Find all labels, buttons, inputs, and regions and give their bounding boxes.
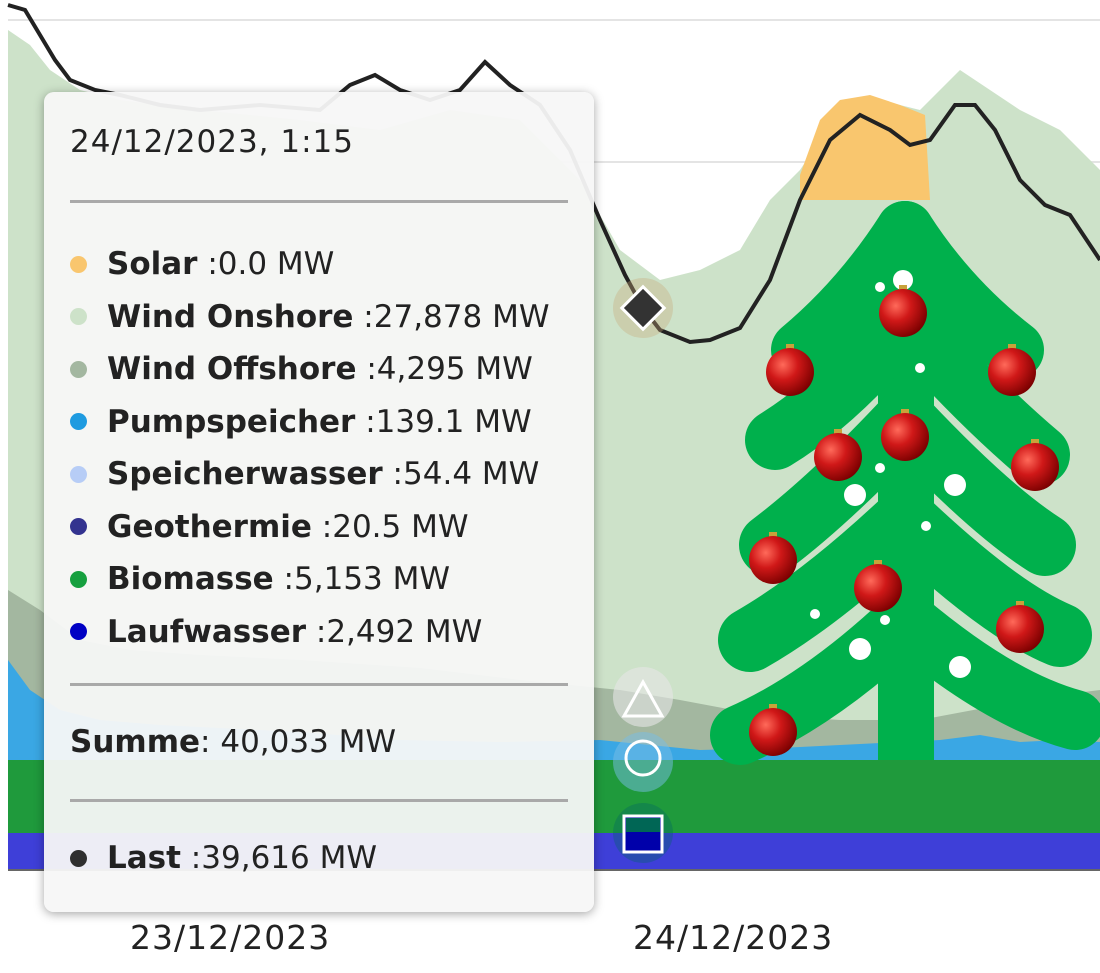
tooltip-series-name: Laufwasser xyxy=(107,613,307,650)
tooltip-series-list: Solar : 0.0 MW Wind Onshore : 27,878 MW Wi… xyxy=(70,238,549,658)
tooltip-series-value: 0.0 MW xyxy=(217,246,335,283)
snow-dot xyxy=(810,609,820,619)
tooltip-divider xyxy=(70,683,568,686)
tooltip-series-name: Wind Offshore xyxy=(107,351,357,388)
square-marker-top xyxy=(626,818,660,832)
tooltip-series-value: 2,492 MW xyxy=(326,613,483,650)
snow-dot xyxy=(875,463,885,473)
tooltip-colon: : xyxy=(353,298,374,335)
legend-dot-icon xyxy=(70,255,87,273)
tooltip-series-name: Biomasse xyxy=(107,561,274,598)
snow-dot xyxy=(849,638,871,660)
x-tick-label: 24/12/2023 xyxy=(633,918,834,957)
ornament-ball xyxy=(881,413,929,461)
tooltip-colon: : xyxy=(273,561,295,598)
tooltip-series-value: 4,295 MW xyxy=(376,351,533,388)
tooltip-series-value: 20.5 MW xyxy=(332,508,469,545)
legend-dot-icon xyxy=(70,413,87,431)
chart-container: 23/12/2023 24/12/2023 24/12/2023, 1:15 S… xyxy=(0,0,1100,973)
tooltip-colon: : xyxy=(311,508,333,545)
tooltip-load-dot xyxy=(70,849,87,867)
legend-dot-icon xyxy=(70,570,87,588)
tooltip-date: 24/12/2023, 1:15 xyxy=(70,124,354,160)
legend-dot-icon xyxy=(70,518,87,536)
tooltip-colon: : xyxy=(382,456,404,493)
x-tick-label: 23/12/2023 xyxy=(130,918,331,957)
tooltip-series-name: Wind Onshore xyxy=(107,298,354,335)
tooltip-row: Speicherwasser : 54.4 MW xyxy=(70,448,549,501)
tooltip-row: Solar : 0.0 MW xyxy=(70,238,549,291)
legend-dot-icon xyxy=(70,308,87,326)
tooltip-load-colon: : xyxy=(180,840,202,876)
tooltip-sum: Summe: 40,033 MW xyxy=(70,724,396,760)
tooltip-series-name: Speicherwasser xyxy=(107,456,383,493)
tooltip-series-value: 54.4 MW xyxy=(403,456,540,493)
tooltip-row: Laufwasser : 2,492 MW xyxy=(70,606,549,659)
ornament-ball xyxy=(749,536,797,584)
snow-dot xyxy=(880,615,890,625)
tooltip-row: Pumpspeicher : 139.1 MW xyxy=(70,396,549,449)
area-solar xyxy=(800,95,930,200)
tooltip-series-value: 27,878 MW xyxy=(373,298,550,335)
ornament-ball xyxy=(766,348,814,396)
tooltip-sum-colon: : xyxy=(200,724,221,760)
snow-dot xyxy=(949,656,971,678)
tooltip-row: Wind Onshore : 27,878 MW xyxy=(70,291,549,344)
legend-dot-icon xyxy=(70,623,87,641)
ornament-ball xyxy=(749,708,797,756)
tooltip-load-row: Last : 39,616 MW xyxy=(70,840,377,876)
tooltip-series-name: Solar xyxy=(107,246,198,283)
snow-dot xyxy=(875,282,885,292)
ornament-ball xyxy=(988,348,1036,396)
tooltip-colon: : xyxy=(355,403,376,440)
tooltip-row: Geothermie : 20.5 MW xyxy=(70,501,549,554)
tooltip-sum-value: 40,033 MW xyxy=(220,724,397,760)
hover-halo xyxy=(613,667,673,727)
ornament-ball xyxy=(996,605,1044,653)
snow-dot xyxy=(921,521,931,531)
ornament-ball xyxy=(814,433,862,481)
tooltip-series-value: 139.1 MW xyxy=(375,403,532,440)
tooltip-row: Wind Offshore : 4,295 MW xyxy=(70,343,549,396)
tooltip-sum-label: Summe xyxy=(70,724,201,760)
tooltip-load-value: 39,616 MW xyxy=(201,840,377,876)
tooltip-load-label: Last xyxy=(107,840,181,876)
tooltip-series-name: Pumpspeicher xyxy=(107,403,356,440)
ornament-ball xyxy=(879,289,927,337)
ornament-ball xyxy=(1011,443,1059,491)
tooltip-colon: : xyxy=(306,613,327,650)
tooltip-colon: : xyxy=(197,246,218,283)
tooltip-series-name: Geothermie xyxy=(107,508,312,545)
tooltip-series-value: 5,153 MW xyxy=(294,561,451,598)
tooltip-colon: : xyxy=(356,351,377,388)
tooltip-divider xyxy=(70,799,568,802)
legend-dot-icon xyxy=(70,465,87,483)
legend-dot-icon xyxy=(70,360,87,378)
ornament-ball xyxy=(854,564,902,612)
snow-dot xyxy=(944,474,966,496)
tooltip: 24/12/2023, 1:15 Solar : 0.0 MW Wind Onsh… xyxy=(44,92,594,912)
tooltip-row: Biomasse : 5,153 MW xyxy=(70,553,549,606)
snow-dot xyxy=(844,484,866,506)
snow-dot xyxy=(915,363,925,373)
tooltip-divider xyxy=(70,200,568,203)
